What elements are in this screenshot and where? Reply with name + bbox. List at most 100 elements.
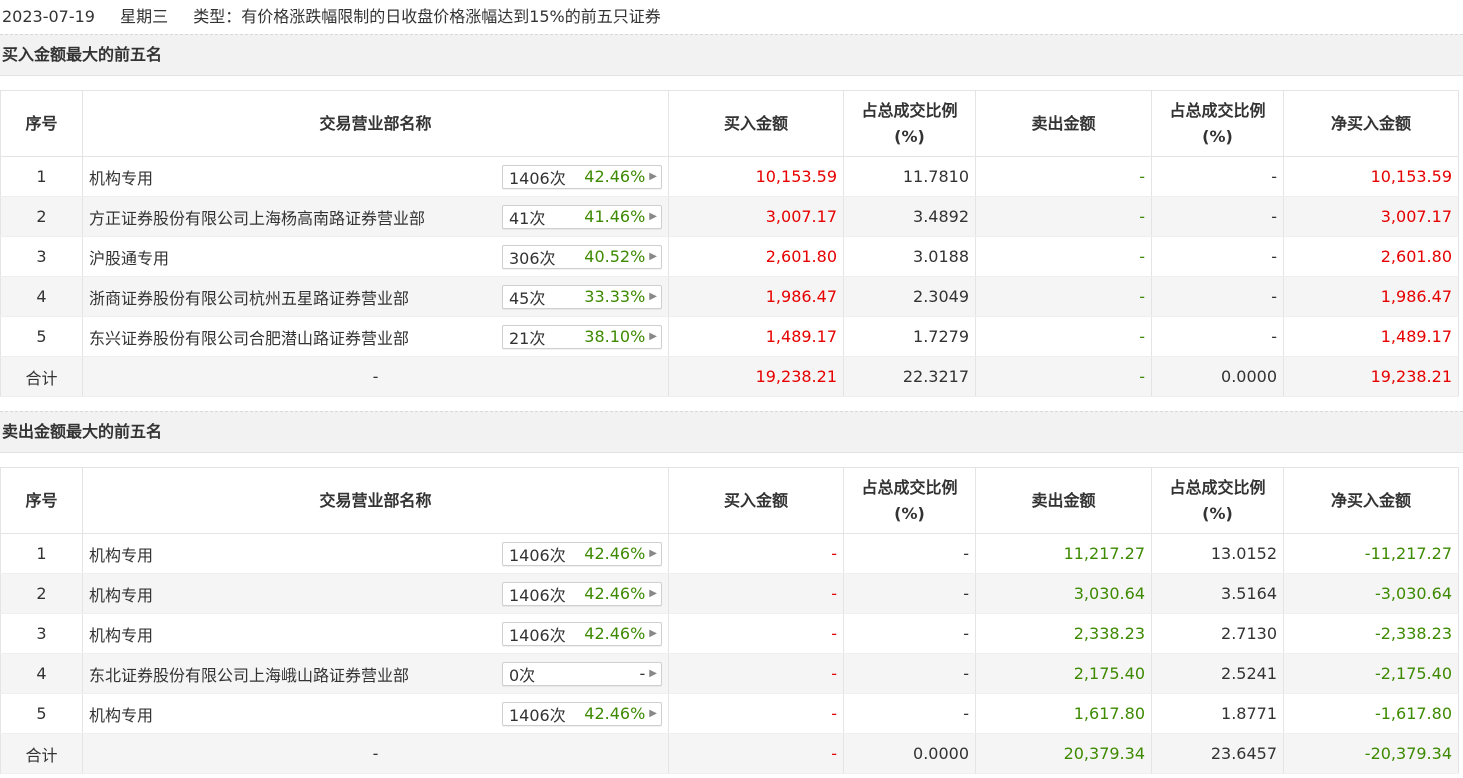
- trade-count: 0次: [509, 665, 536, 685]
- net-amount-cell: -3,030.64: [1283, 573, 1459, 614]
- win-rate: 42.46%: [584, 624, 646, 643]
- buy-ratio-cell: -: [843, 613, 976, 654]
- sell-amount-cell: 2,175.40: [975, 653, 1152, 694]
- broker-name-link[interactable]: 机构专用: [89, 702, 153, 726]
- net-amount-cell: 10,153.59: [1283, 156, 1459, 197]
- buy-amount-cell: 3,007.17: [668, 196, 844, 237]
- table-row: 2 方正证券股份有限公司上海杨高南路证券营业部 41次 41.46% ▶ 3,007.17…: [0, 196, 1459, 237]
- broker-name-link[interactable]: 机构专用: [89, 165, 153, 189]
- sell-ratio-cell: 3.5164: [1151, 573, 1284, 614]
- total-label: 合计: [0, 356, 83, 397]
- sell-amount-cell: 1,617.80: [975, 693, 1152, 734]
- broker-stats-dropdown[interactable]: 1406次 42.46% ▶: [502, 581, 662, 606]
- total-name: -: [82, 733, 669, 774]
- trade-count: 41次: [509, 208, 546, 228]
- report-info-line: 2023-07-19 星期三 类型：有价格涨跌幅限制的日收盘价格涨幅达到15%的…: [0, 0, 1463, 34]
- broker-stats-dropdown[interactable]: 1406次 42.46% ▶: [502, 541, 662, 566]
- table-row: 3 机构专用 1406次 42.46% ▶ - -2,338.23 2.7130 -2,338.…: [0, 613, 1459, 654]
- trade-count: 1406次: [509, 705, 566, 725]
- net-amount-cell: 1,489.17: [1283, 316, 1459, 357]
- col-sell-ratio-header: 占总成交比例 (%): [1151, 90, 1284, 157]
- broker-name-cell: 东兴证券股份有限公司合肥潜山路证券营业部 21次 38.10% ▶: [82, 316, 669, 357]
- seq-cell: 4: [0, 653, 83, 694]
- broker-stats-dropdown[interactable]: 1406次 42.46% ▶: [502, 621, 662, 646]
- col-buy-header: 买入金额: [668, 90, 844, 157]
- sell-amount-cell: 11,217.27: [975, 533, 1152, 574]
- win-rate: 42.46%: [584, 704, 646, 723]
- sell-amount-cell: -: [975, 156, 1152, 197]
- col-buy-ratio-header: 占总成交比例 (%): [843, 90, 976, 157]
- total-buy-ratio: 0.0000: [843, 733, 976, 774]
- buy-ratio-cell: 1.7279: [843, 316, 976, 357]
- sell-ratio-cell: 2.7130: [1151, 613, 1284, 654]
- col-seq-header: 序号: [0, 90, 83, 157]
- broker-name-link[interactable]: 沪股通专用: [89, 245, 169, 269]
- chevron-right-icon: ▶: [649, 291, 657, 302]
- broker-name-cell: 机构专用 1406次 42.46% ▶: [82, 533, 669, 574]
- broker-stats-dropdown[interactable]: 45次 33.33% ▶: [502, 284, 662, 309]
- chevron-right-icon: ▶: [649, 668, 657, 679]
- buy-top5-table: 序号 交易营业部名称 买入金额 占总成交比例 (%) 卖出金额 占总成交比例 (%)…: [0, 90, 1459, 397]
- broker-name-link[interactable]: 方正证券股份有限公司上海杨高南路证券营业部: [89, 205, 425, 229]
- chevron-right-icon: ▶: [649, 708, 657, 719]
- broker-name-cell: 机构专用 1406次 42.46% ▶: [82, 573, 669, 614]
- buy-ratio-cell: 11.7810: [843, 156, 976, 197]
- broker-name-link[interactable]: 浙商证券股份有限公司杭州五星路证券营业部: [89, 285, 409, 309]
- broker-name-link[interactable]: 机构专用: [89, 542, 153, 566]
- total-sell: 20,379.34: [975, 733, 1152, 774]
- total-net: -20,379.34: [1283, 733, 1459, 774]
- win-rate: 42.46%: [584, 584, 646, 603]
- seq-cell: 2: [0, 196, 83, 237]
- total-buy: 19,238.21: [668, 356, 844, 397]
- broker-name-cell: 机构专用 1406次 42.46% ▶: [82, 156, 669, 197]
- broker-name-link[interactable]: 机构专用: [89, 582, 153, 606]
- table-row: 4 浙商证券股份有限公司杭州五星路证券营业部 45次 33.33% ▶ 1,986.47 2…: [0, 276, 1459, 317]
- table-header-row: 序号 交易营业部名称 买入金额 占总成交比例 (%) 卖出金额 占总成交比例 (%)…: [0, 90, 1459, 157]
- trade-count: 1406次: [509, 545, 566, 565]
- broker-name-link[interactable]: 机构专用: [89, 622, 153, 646]
- trade-count: 21次: [509, 328, 546, 348]
- table-row: 3 沪股通专用 306次 40.52% ▶ 2,601.80 3.0188- -2,601.8…: [0, 236, 1459, 277]
- buy-ratio-cell: 2.3049: [843, 276, 976, 317]
- col-name-header: 交易营业部名称: [82, 90, 669, 157]
- total-row: 合计 - -0.0000 20,379.34 23.6457 -20,379.34: [0, 733, 1459, 774]
- broker-stats-dropdown[interactable]: 0次 - ▶: [502, 661, 662, 686]
- broker-name-link[interactable]: 东兴证券股份有限公司合肥潜山路证券营业部: [89, 325, 409, 349]
- buy-ratio-cell: 3.4892: [843, 196, 976, 237]
- buy-amount-cell: -: [668, 533, 844, 574]
- broker-stats-dropdown[interactable]: 1406次 42.46% ▶: [502, 701, 662, 726]
- net-amount-cell: -1,617.80: [1283, 693, 1459, 734]
- chevron-right-icon: ▶: [649, 628, 657, 639]
- trade-count: 45次: [509, 288, 546, 308]
- table-row: 2 机构专用 1406次 42.46% ▶ - -3,030.64 3.5164 -3,030.…: [0, 573, 1459, 614]
- trade-count: 1406次: [509, 625, 566, 645]
- net-amount-cell: 3,007.17: [1283, 196, 1459, 237]
- seq-cell: 2: [0, 573, 83, 614]
- col-buy-ratio-header: 占总成交比例 (%): [843, 467, 976, 534]
- broker-name-cell: 方正证券股份有限公司上海杨高南路证券营业部 41次 41.46% ▶: [82, 196, 669, 237]
- win-rate: 42.46%: [584, 544, 646, 563]
- buy-amount-cell: 1,986.47: [668, 276, 844, 317]
- win-rate: 33.33%: [584, 287, 646, 306]
- col-name-header: 交易营业部名称: [82, 467, 669, 534]
- total-buy: -: [668, 733, 844, 774]
- buy-section-title: 买入金额最大的前五名: [0, 34, 1463, 76]
- chevron-right-icon: ▶: [649, 251, 657, 262]
- buy-amount-cell: -: [668, 693, 844, 734]
- net-amount-cell: -2,338.23: [1283, 613, 1459, 654]
- broker-name-link[interactable]: 东北证券股份有限公司上海峨山路证券营业部: [89, 662, 409, 686]
- total-name: -: [82, 356, 669, 397]
- trade-count: 306次: [509, 248, 556, 268]
- broker-stats-dropdown[interactable]: 306次 40.52% ▶: [502, 244, 662, 269]
- win-rate: 41.46%: [584, 207, 646, 226]
- broker-stats-dropdown[interactable]: 1406次 42.46% ▶: [502, 164, 662, 189]
- broker-stats-dropdown[interactable]: 21次 38.10% ▶: [502, 324, 662, 349]
- broker-stats-dropdown[interactable]: 41次 41.46% ▶: [502, 204, 662, 229]
- seq-cell: 4: [0, 276, 83, 317]
- seq-cell: 5: [0, 693, 83, 734]
- sell-amount-cell: 3,030.64: [975, 573, 1152, 614]
- chevron-right-icon: ▶: [649, 171, 657, 182]
- seq-cell: 3: [0, 613, 83, 654]
- report-date: 2023-07-19: [2, 7, 95, 26]
- seq-cell: 1: [0, 156, 83, 197]
